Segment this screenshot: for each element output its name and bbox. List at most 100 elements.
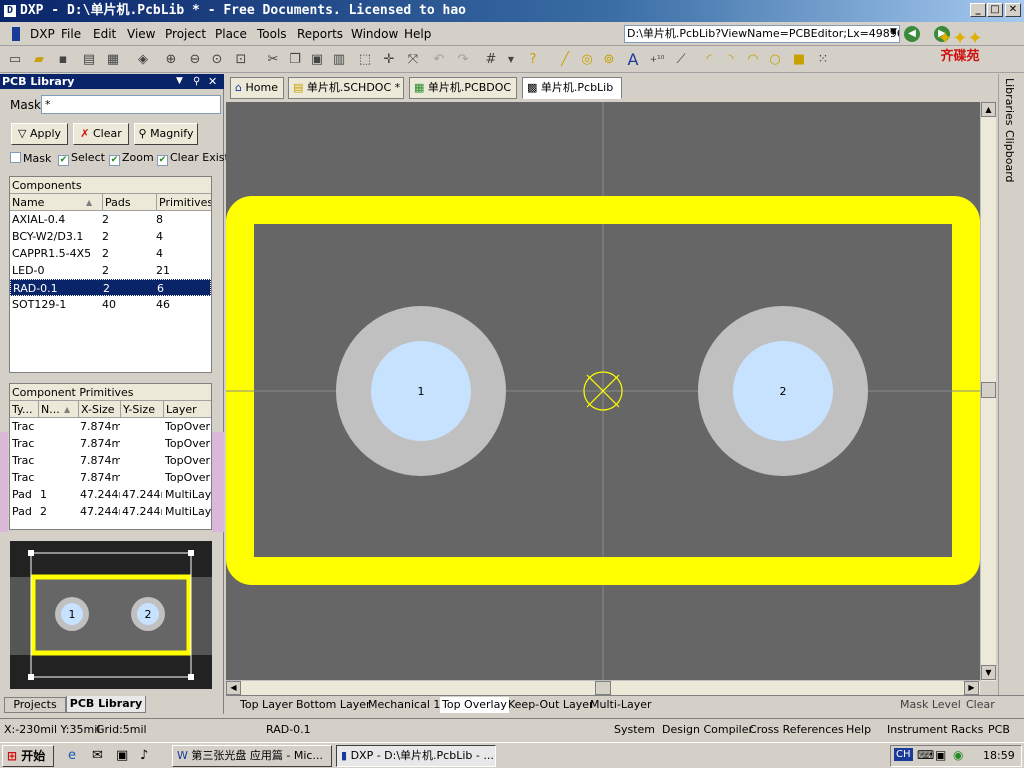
apply-button[interactable]: ▽ Apply: [11, 123, 68, 145]
arc-any-icon[interactable]: ◠: [744, 51, 762, 69]
status-instrument-racks[interactable]: Instrument Racks: [887, 723, 983, 736]
menu-view[interactable]: View: [127, 27, 155, 41]
grid-dropdown-icon[interactable]: ▼: [502, 51, 520, 69]
status-system[interactable]: System: [614, 723, 655, 736]
show-desktop-icon[interactable]: ▣: [116, 748, 128, 763]
menu-file[interactable]: File: [61, 27, 81, 41]
column-number[interactable]: N...: [38, 401, 60, 418]
redo-icon[interactable]: ↷: [454, 51, 472, 69]
menu-edit[interactable]: Edit: [93, 27, 116, 41]
mask-checkbox[interactable]: Mask: [10, 152, 51, 165]
pcb-canvas[interactable]: 1 2: [226, 102, 980, 681]
move-icon[interactable]: ✛: [380, 51, 398, 69]
panel-pin-icon[interactable]: ⚲: [193, 74, 200, 89]
fit-document-icon[interactable]: ⊡: [232, 51, 250, 69]
layer-multi-layer[interactable]: Multi-Layer: [590, 697, 652, 713]
status-design-compiler[interactable]: Design Compiler: [662, 723, 753, 736]
scroll-up-icon[interactable]: ▲: [981, 102, 996, 117]
component-row[interactable]: SOT129-1 40 46: [10, 296, 211, 313]
scroll-down-icon[interactable]: ▼: [981, 665, 996, 680]
rubber-stamp-icon[interactable]: ▥: [330, 51, 348, 69]
tab-clipboard[interactable]: Clipboard: [1003, 130, 1016, 183]
status-cross-references[interactable]: Cross References: [749, 723, 844, 736]
horizontal-scroll-thumb[interactable]: [595, 681, 611, 695]
tab-libraries[interactable]: Libraries: [1003, 78, 1016, 126]
address-dropdown-icon[interactable]: ▼: [890, 27, 897, 37]
maximize-button[interactable]: □: [987, 3, 1003, 17]
place-via-icon[interactable]: ⊚: [600, 51, 618, 69]
ie-icon[interactable]: e: [68, 748, 76, 763]
menu-window[interactable]: Window: [351, 27, 398, 41]
zoom-checkbox[interactable]: ✔ Zoom: [109, 152, 154, 166]
ime-indicator[interactable]: CH: [894, 748, 913, 761]
magnify-button[interactable]: ⚲ Magnify: [134, 123, 198, 145]
component-row[interactable]: LED-0 2 21: [10, 262, 211, 279]
minimize-button[interactable]: _: [970, 3, 986, 17]
panel-menu-icon[interactable]: ▼: [176, 74, 183, 89]
column-name[interactable]: Name: [12, 194, 44, 211]
print-icon[interactable]: ▤: [80, 51, 98, 69]
column-layer[interactable]: Layer: [163, 401, 197, 418]
column-pads[interactable]: Pads: [102, 194, 131, 211]
column-y-size[interactable]: Y-Size: [120, 401, 155, 418]
menu-tools[interactable]: Tools: [257, 27, 287, 41]
clear-button[interactable]: ✗ Clear: [73, 123, 129, 145]
vertical-scrollbar[interactable]: ▲ ▼: [980, 102, 996, 681]
footprint-preview[interactable]: 1 2: [10, 541, 212, 689]
horizontal-scrollbar[interactable]: ◀ ▶: [226, 680, 980, 695]
preview-handle[interactable]: [188, 550, 194, 556]
place-pad-icon[interactable]: ◎: [578, 51, 596, 69]
layer-top-overlay[interactable]: Top Overlay: [440, 697, 509, 713]
open-folder-icon[interactable]: ▰: [30, 51, 48, 69]
close-button[interactable]: ✕: [1005, 3, 1021, 17]
help-icon[interactable]: ?: [524, 51, 542, 69]
preview-handle[interactable]: [28, 674, 34, 680]
layer-keep-out[interactable]: Keep-Out Layer: [508, 697, 594, 713]
preview-handle[interactable]: [188, 674, 194, 680]
new-document-icon[interactable]: ▭: [6, 51, 24, 69]
media-player-icon[interactable]: ♪: [140, 748, 148, 763]
print-preview-icon[interactable]: ▦: [104, 51, 122, 69]
menu-dxp[interactable]: DXP: [30, 27, 55, 41]
copy-icon[interactable]: ❐: [286, 51, 304, 69]
status-pcb[interactable]: PCB: [988, 723, 1010, 736]
scroll-left-icon[interactable]: ◀: [226, 681, 241, 695]
ime-keyboard-icon[interactable]: ⌨: [917, 748, 934, 762]
tray-app-icon[interactable]: ▣: [935, 748, 946, 762]
mask-level-button[interactable]: Mask Level: [900, 697, 961, 713]
primitive-row[interactable]: Trac 7.874mi TopOverl: [10, 418, 211, 435]
tab-pcb-library[interactable]: PCB Library: [66, 696, 146, 713]
tab-home[interactable]: ⌂ Home: [230, 77, 284, 99]
component-row[interactable]: CAPPR1.5-4X5 2 4: [10, 245, 211, 262]
paste-icon[interactable]: ▣: [308, 51, 326, 69]
tab-projects[interactable]: Projects: [4, 697, 66, 713]
scroll-right-icon[interactable]: ▶: [964, 681, 979, 695]
fill-icon[interactable]: ■: [790, 51, 808, 69]
menu-help[interactable]: Help: [404, 27, 431, 41]
layers-icon[interactable]: ◈: [134, 51, 152, 69]
zoom-out-icon[interactable]: ⊖: [186, 51, 204, 69]
primitive-row[interactable]: Pad247.244n47.244nMultiLaye: [10, 503, 211, 520]
tab-pcblib[interactable]: ▩ 单片机.PcbLib: [522, 77, 622, 99]
tab-schdoc[interactable]: ▤ 单片机.SCHDOC *: [288, 77, 404, 99]
full-circle-icon[interactable]: ○: [766, 51, 784, 69]
column-x-size[interactable]: X-Size: [78, 401, 115, 418]
primitive-row[interactable]: Trac 7.874mi TopOverl: [10, 469, 211, 486]
clear-exist-checkbox[interactable]: ✔ Clear Exist: [157, 152, 229, 166]
clear-mask-button[interactable]: Clear: [966, 697, 995, 713]
network-icon[interactable]: ◉: [953, 748, 963, 762]
zoom-in-icon[interactable]: ⊕: [162, 51, 180, 69]
column-primitives[interactable]: Primitives: [156, 194, 211, 211]
task-dxp[interactable]: ▮ DXP - D:\单片机.PcbLib - ...: [336, 745, 496, 767]
component-row[interactable]: AXIAL-0.4 2 8: [10, 211, 211, 228]
grid-icon[interactable]: #: [482, 51, 500, 69]
menu-place[interactable]: Place: [215, 27, 247, 41]
outlook-icon[interactable]: ✉: [92, 748, 103, 763]
back-icon[interactable]: ◀: [904, 26, 920, 42]
preview-handle[interactable]: [28, 550, 34, 556]
arc-edge-icon[interactable]: ◝: [722, 51, 740, 69]
layer-bottom-layer[interactable]: Bottom Layer: [296, 697, 371, 713]
menu-project[interactable]: Project: [165, 27, 206, 41]
save-icon[interactable]: ▪: [54, 51, 72, 69]
place-string-icon[interactable]: A: [624, 51, 642, 69]
